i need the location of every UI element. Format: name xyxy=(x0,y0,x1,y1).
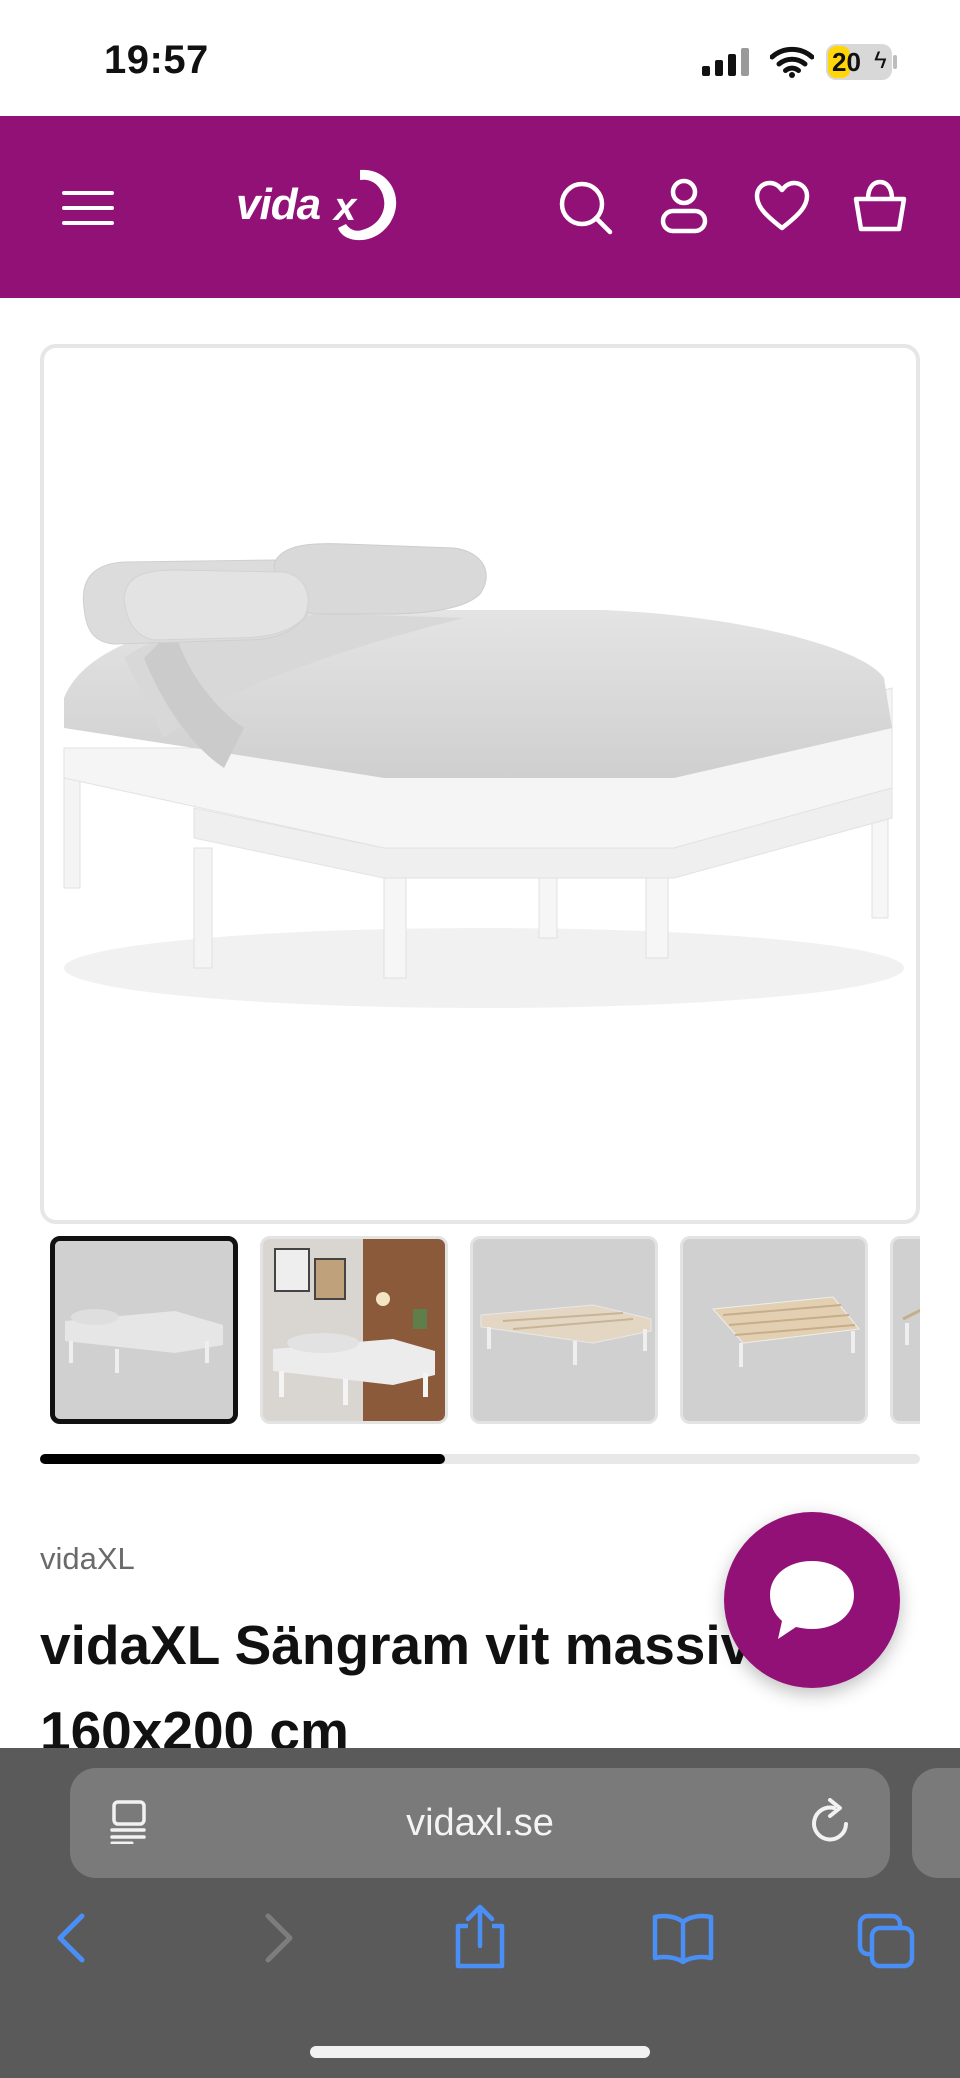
next-tab-preview[interactable] xyxy=(912,1768,960,1878)
basket-icon xyxy=(853,179,907,232)
thumbnail-1[interactable] xyxy=(50,1236,238,1424)
battery-cap xyxy=(893,55,897,69)
product-brand[interactable]: vidaXL xyxy=(40,1541,135,1577)
status-time: 19:57 xyxy=(104,38,209,82)
thumbnail-strip xyxy=(40,1236,920,1426)
logo-wordmark: vida xyxy=(236,180,321,229)
account-button[interactable] xyxy=(652,174,716,238)
browser-toolbar: vidaxl.se xyxy=(0,1748,960,2078)
reload-icon[interactable] xyxy=(808,1798,854,1846)
menu-icon xyxy=(62,191,114,225)
heart-icon xyxy=(754,180,810,231)
site-header: vida x l xyxy=(0,116,960,298)
tabs-icon[interactable] xyxy=(856,1912,916,1970)
svg-text:x: x xyxy=(332,185,358,229)
search-button[interactable] xyxy=(554,176,618,240)
chat-button[interactable] xyxy=(724,1512,900,1688)
url-text[interactable]: vidaxl.se xyxy=(70,1802,890,1845)
thumbnail-5[interactable] xyxy=(890,1236,920,1424)
product-main-image[interactable] xyxy=(40,344,920,1224)
wifi-icon xyxy=(770,46,814,78)
forward-icon[interactable] xyxy=(258,1908,298,1968)
thumbnail-3[interactable] xyxy=(470,1236,658,1424)
address-bar[interactable]: vidaxl.se xyxy=(70,1768,890,1878)
cellular-signal-icon xyxy=(702,48,749,76)
bed-image xyxy=(63,543,904,1008)
bookmarks-icon[interactable] xyxy=(652,1912,714,1964)
svg-text:l: l xyxy=(366,189,378,233)
charging-icon: ϟ xyxy=(874,47,887,74)
search-icon xyxy=(559,181,613,235)
status-bar: 19:57 20 ϟ xyxy=(0,0,960,116)
vidaxl-logo[interactable]: vida x l xyxy=(236,166,402,244)
battery-level: 20 xyxy=(832,47,861,77)
logo-badge: x l xyxy=(316,166,402,244)
menu-button[interactable] xyxy=(56,180,120,236)
back-icon[interactable] xyxy=(52,1908,92,1968)
gallery-scroll-progress[interactable] xyxy=(40,1454,445,1464)
thumbnail-2[interactable] xyxy=(260,1236,448,1424)
share-icon[interactable] xyxy=(450,1904,510,1970)
battery-indicator: 20 ϟ xyxy=(826,44,892,80)
thumbnail-4[interactable] xyxy=(680,1236,868,1424)
wishlist-button[interactable] xyxy=(750,174,814,238)
account-icon xyxy=(660,178,708,234)
basket-button[interactable] xyxy=(848,174,912,238)
chat-bubble-icon xyxy=(770,1561,854,1639)
home-indicator[interactable] xyxy=(310,2046,650,2058)
